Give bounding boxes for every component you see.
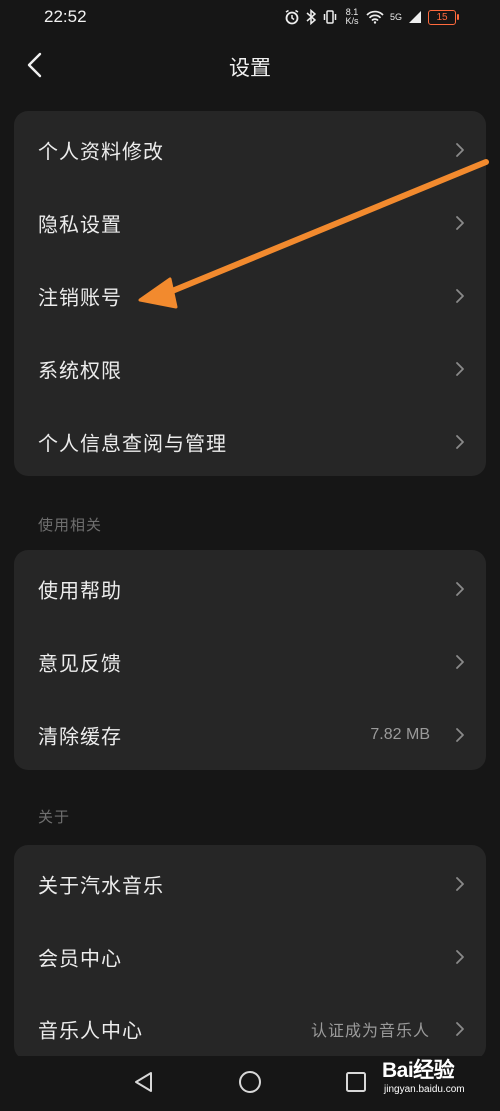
status-bar: 22:52 8.1 K/s 5G 15 bbox=[0, 0, 500, 36]
list-item-vip-center[interactable]: 会员中心 bbox=[14, 920, 486, 993]
bluetooth-icon bbox=[306, 9, 316, 25]
list-item-system-permissions[interactable]: 系统权限 bbox=[14, 332, 486, 405]
chevron-right-icon bbox=[456, 727, 464, 742]
item-label: 使用帮助 bbox=[38, 578, 122, 602]
item-label: 个人信息查阅与管理 bbox=[38, 431, 227, 455]
cache-size-value: 7.82 MB bbox=[370, 725, 430, 743]
baidu-jingyan-watermark: Bai经验 jingyan.baidu.com bbox=[382, 1050, 498, 1106]
list-item-about-app[interactable]: 关于汽水音乐 bbox=[14, 847, 486, 920]
chevron-right-icon bbox=[456, 581, 464, 596]
item-label: 意见反馈 bbox=[38, 651, 122, 675]
chevron-right-icon bbox=[456, 215, 464, 230]
chevron-right-icon bbox=[456, 434, 464, 449]
item-label: 关于汽水音乐 bbox=[38, 873, 164, 897]
list-item-feedback[interactable]: 意见反馈 bbox=[14, 625, 486, 698]
vibrate-icon bbox=[323, 10, 337, 24]
watermark-brand: Bai经验 bbox=[382, 1059, 455, 1082]
list-item-cancel-account[interactable]: 注销账号 bbox=[14, 259, 486, 332]
watermark-url: jingyan.baidu.com bbox=[384, 1084, 465, 1095]
net-speed-unit: K/s bbox=[345, 16, 359, 26]
usage-card: 使用帮助 意见反馈 清除缓存 7.82 MB bbox=[14, 550, 486, 770]
item-label: 音乐人中心 bbox=[38, 1018, 143, 1042]
chevron-right-icon bbox=[456, 949, 464, 964]
status-time: 22:52 bbox=[44, 7, 87, 26]
musician-verify-hint: 认证成为音乐人 bbox=[310, 1020, 430, 1040]
chevron-right-icon bbox=[456, 876, 464, 891]
account-settings-card: 个人资料修改 隐私设置 注销账号 系统权限 个人信息查阅与管理 bbox=[14, 111, 486, 476]
item-label: 清除缓存 bbox=[38, 724, 122, 748]
cellular-signal-icon bbox=[409, 11, 421, 23]
list-item-personal-info-management[interactable]: 个人信息查阅与管理 bbox=[14, 405, 486, 478]
status-icons: 8.1 K/s 5G 15 bbox=[284, 7, 459, 27]
header: 设置 bbox=[0, 40, 500, 90]
nav-back-icon[interactable] bbox=[130, 1068, 158, 1096]
item-label: 系统权限 bbox=[38, 358, 122, 382]
page-title: 设置 bbox=[229, 56, 271, 80]
list-item-privacy-settings[interactable]: 隐私设置 bbox=[14, 186, 486, 259]
nav-home-icon[interactable] bbox=[236, 1068, 264, 1096]
item-label: 隐私设置 bbox=[38, 212, 122, 236]
item-label: 会员中心 bbox=[38, 946, 122, 970]
chevron-right-icon bbox=[456, 288, 464, 303]
chevron-right-icon bbox=[456, 142, 464, 157]
list-item-profile-edit[interactable]: 个人资料修改 bbox=[14, 113, 486, 186]
chevron-right-icon bbox=[456, 1021, 464, 1036]
wifi-icon bbox=[366, 10, 384, 24]
alarm-icon bbox=[285, 9, 299, 25]
signal-label: 5G bbox=[389, 12, 402, 22]
nav-recents-icon[interactable] bbox=[342, 1068, 370, 1096]
section-title-about: 关于 bbox=[38, 808, 71, 826]
about-card: 关于汽水音乐 会员中心 音乐人中心 认证成为音乐人 bbox=[14, 845, 486, 1060]
net-speed: 8.1 K/s bbox=[344, 8, 360, 26]
section-title-usage: 使用相关 bbox=[38, 516, 103, 534]
item-label: 注销账号 bbox=[38, 285, 122, 309]
list-item-help[interactable]: 使用帮助 bbox=[14, 552, 486, 625]
item-label: 个人资料修改 bbox=[38, 139, 164, 163]
chevron-right-icon bbox=[456, 654, 464, 669]
list-item-clear-cache[interactable]: 清除缓存 7.82 MB bbox=[14, 698, 486, 771]
chevron-right-icon bbox=[456, 361, 464, 376]
battery-icon: 15 bbox=[428, 9, 459, 25]
